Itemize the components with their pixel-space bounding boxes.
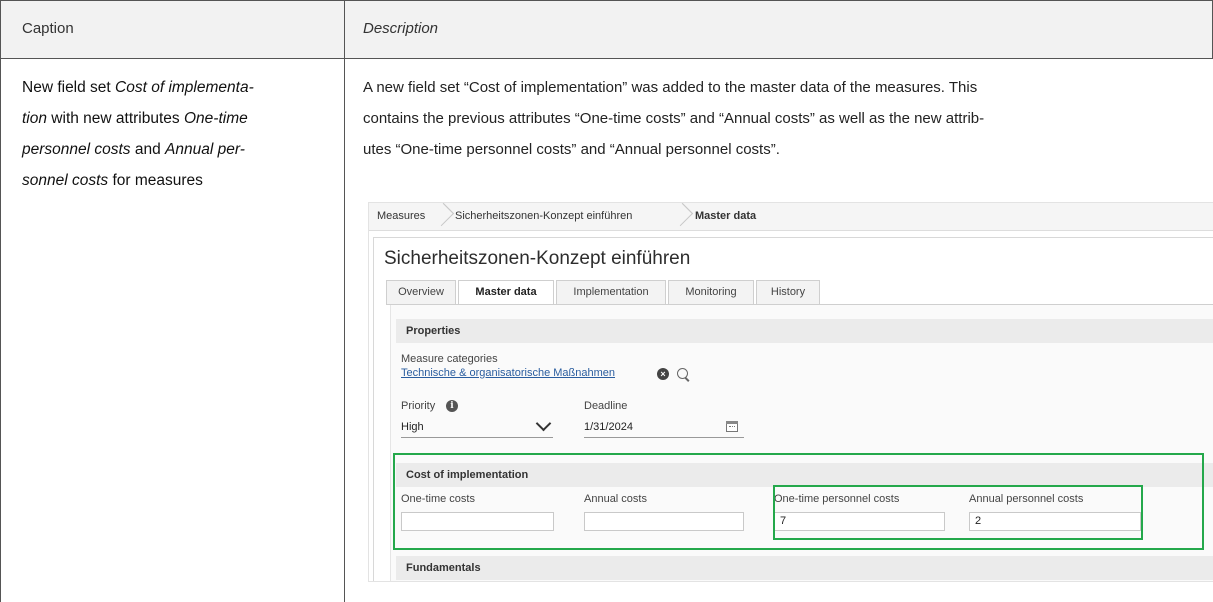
description-line: A new field set “Cost of implementation”…	[363, 79, 978, 96]
breadcrumb: Measures Sicherheitszonen-Konzept einfüh…	[369, 203, 1213, 231]
section-properties: Properties	[396, 319, 1213, 343]
priority-underline	[401, 437, 553, 438]
header-description: Description	[363, 20, 439, 37]
table-border-left	[0, 0, 1, 602]
caption-text: and	[130, 141, 166, 158]
breadcrumb-item-current: Master data	[695, 210, 757, 222]
breadcrumb-separator-icon	[674, 203, 684, 230]
caption-text: tion	[22, 110, 47, 127]
table-column-divider	[344, 0, 345, 602]
caption-text: for measures	[108, 172, 203, 189]
tab-history[interactable]: History	[756, 280, 820, 304]
header-caption: Caption	[22, 20, 74, 37]
tab-monitoring[interactable]: Monitoring	[668, 280, 754, 304]
breadcrumb-item-measures[interactable]: Measures	[377, 210, 425, 222]
caption-cell: New field set Cost of implementa- tion w…	[22, 72, 332, 196]
search-icon[interactable]	[677, 368, 688, 379]
description-text: A new field set “Cost of implementation”…	[363, 72, 1193, 165]
caption-text: New field set	[22, 79, 116, 96]
caption-text: Cost of implementa-	[115, 79, 254, 96]
description-line: utes “One-time personnel costs” and “Ann…	[363, 141, 780, 158]
table-border-top	[0, 0, 1213, 1]
caption-text: Annual per-	[165, 141, 245, 158]
breadcrumb-separator-icon	[435, 203, 445, 230]
tab-master-data[interactable]: Master data	[458, 280, 554, 305]
document-table: Caption Description New field set Cost o…	[0, 0, 1213, 602]
table-header-row: Caption Description	[0, 0, 1213, 59]
priority-select[interactable]: High	[401, 419, 551, 438]
tab-overview[interactable]: Overview	[386, 280, 456, 304]
section-fundamentals: Fundamentals	[396, 556, 1213, 580]
deadline-input[interactable]: 1/31/2024	[584, 419, 744, 438]
calendar-icon[interactable]	[726, 421, 738, 432]
description-line: contains the previous attributes “One-ti…	[363, 110, 985, 127]
page-title: Sicherheitszonen-Konzept einführen	[384, 248, 691, 269]
deadline-label: Deadline	[584, 400, 628, 412]
table-border-header	[0, 58, 1213, 59]
measure-category-link[interactable]: Technische & organisatorische Maßnahmen	[401, 367, 615, 379]
caption-text: sonnel costs	[22, 172, 109, 189]
caption-text: with new attributes	[47, 110, 184, 127]
info-icon[interactable]: i	[446, 400, 458, 412]
measure-categories-label: Measure categories	[401, 353, 498, 365]
priority-label: Priority	[401, 400, 436, 412]
highlight-new-attributes	[773, 485, 1143, 540]
app-screenshot: Measures Sicherheitszonen-Konzept einfüh…	[368, 202, 1213, 582]
caption-text: One-time	[183, 110, 248, 127]
remove-icon[interactable]: ×	[657, 368, 669, 380]
deadline-underline	[584, 437, 744, 438]
caption-text: personnel costs	[22, 141, 131, 158]
tab-implementation[interactable]: Implementation	[556, 280, 666, 304]
breadcrumb-item-measure[interactable]: Sicherheitszonen-Konzept einführen	[455, 210, 632, 222]
